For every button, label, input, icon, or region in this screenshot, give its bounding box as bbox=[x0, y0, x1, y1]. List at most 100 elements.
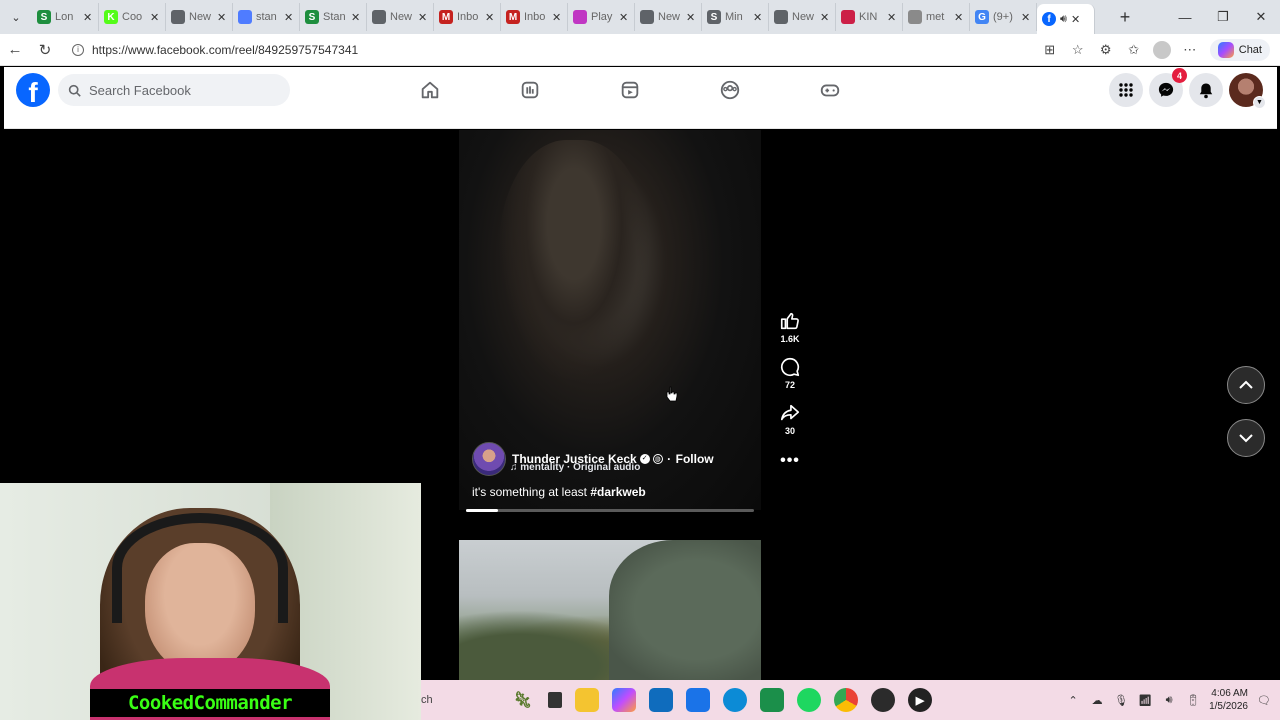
clock-time: 4:06 AM bbox=[1211, 688, 1248, 699]
notifications-button[interactable] bbox=[1189, 73, 1223, 107]
share-action[interactable]: 30 bbox=[779, 402, 801, 436]
video-progress-bar[interactable] bbox=[466, 509, 754, 512]
obs-icon[interactable] bbox=[871, 688, 895, 712]
tab-close-icon[interactable]: ✕ bbox=[753, 11, 763, 24]
profile-icon[interactable] bbox=[1150, 36, 1174, 64]
tab-search-chevron-icon[interactable]: ⌄ bbox=[0, 0, 32, 34]
author-avatar[interactable] bbox=[472, 442, 506, 476]
copilot-app-icon[interactable] bbox=[612, 688, 636, 712]
tab-close-icon[interactable]: ✕ bbox=[820, 11, 830, 24]
tab[interactable]: S Stan ✕ bbox=[300, 3, 367, 31]
notification-center-icon[interactable]: 🗨︎ bbox=[1256, 692, 1272, 708]
tab-label: KIN bbox=[859, 11, 878, 23]
task-view-icon[interactable] bbox=[548, 692, 562, 708]
gaming-icon[interactable] bbox=[810, 75, 850, 105]
tab[interactable]: K Coo ✕ bbox=[99, 3, 166, 31]
edge-icon[interactable] bbox=[723, 688, 747, 712]
reload-button[interactable]: ↻ bbox=[30, 35, 60, 65]
close-window-button[interactable]: ✕ bbox=[1242, 0, 1280, 34]
outlook-calendar-icon[interactable] bbox=[649, 688, 673, 712]
facebook-logo-icon[interactable]: f bbox=[16, 73, 50, 107]
taskbar-clock[interactable]: 4:06 AM 1/5/2026 bbox=[1209, 687, 1248, 713]
tab-label: Play bbox=[591, 11, 613, 23]
tab[interactable]: Play ✕ bbox=[568, 3, 635, 31]
chrome-icon[interactable] bbox=[834, 688, 858, 712]
new-tab-button[interactable]: + bbox=[1111, 3, 1139, 31]
tab[interactable]: met ✕ bbox=[903, 3, 970, 31]
app-green-icon[interactable] bbox=[760, 688, 784, 712]
more-options-icon[interactable]: ••• bbox=[780, 452, 800, 470]
taskbar-search[interactable]: ch bbox=[421, 694, 481, 706]
favorite-star-icon[interactable]: ☆ bbox=[1066, 36, 1090, 64]
tab-close-icon[interactable]: ✕ bbox=[485, 11, 495, 24]
spotify-icon[interactable] bbox=[797, 688, 821, 712]
tab[interactable]: stan ✕ bbox=[233, 3, 300, 31]
restore-button[interactable]: ❐ bbox=[1204, 0, 1242, 34]
tab-close-icon[interactable]: ✕ bbox=[1071, 13, 1081, 26]
tab[interactable]: New ✕ bbox=[367, 3, 434, 31]
tab[interactable]: M Inbo ✕ bbox=[501, 3, 568, 31]
file-explorer-icon[interactable] bbox=[575, 688, 599, 712]
comment-count: 72 bbox=[784, 380, 795, 390]
volume-icon[interactable]: 🔊︎ bbox=[1161, 692, 1177, 708]
back-button[interactable]: ← bbox=[0, 35, 30, 65]
tab[interactable]: M Inbo ✕ bbox=[434, 3, 501, 31]
media-player-icon[interactable]: ▶ bbox=[908, 688, 932, 712]
follow-button[interactable]: Follow bbox=[676, 452, 714, 466]
groups-icon[interactable] bbox=[710, 75, 750, 105]
tab-close-icon[interactable]: ✕ bbox=[150, 11, 160, 24]
outlook-icon[interactable] bbox=[686, 688, 710, 712]
tab[interactable]: New ✕ bbox=[769, 3, 836, 31]
tab-close-icon[interactable]: ✕ bbox=[619, 11, 629, 24]
tab-facebook-active[interactable]: f 🔊︎ ✕ bbox=[1037, 4, 1095, 34]
grid-icon bbox=[1119, 83, 1133, 97]
messenger-button[interactable]: 4 bbox=[1149, 68, 1187, 107]
microphone-icon[interactable]: 🎙︎ bbox=[1113, 692, 1129, 708]
tab-close-icon[interactable]: ✕ bbox=[284, 11, 294, 24]
copilot-chat-button[interactable]: Chat bbox=[1209, 39, 1270, 61]
menu-grid-button[interactable] bbox=[1109, 73, 1143, 107]
tab-close-icon[interactable]: ✕ bbox=[552, 11, 562, 24]
tab-close-icon[interactable]: ✕ bbox=[418, 11, 428, 24]
tab-close-icon[interactable]: ✕ bbox=[1021, 11, 1031, 24]
home-icon[interactable] bbox=[410, 75, 450, 105]
facebook-search-input[interactable]: Search Facebook bbox=[58, 74, 290, 106]
tab-close-icon[interactable]: ✕ bbox=[351, 11, 361, 24]
more-menu-icon[interactable]: ⋯ bbox=[1178, 36, 1202, 64]
tab[interactable]: New ✕ bbox=[635, 3, 702, 31]
site-info-icon[interactable]: i bbox=[72, 43, 84, 56]
minimize-button[interactable]: — bbox=[1166, 0, 1204, 34]
animal-widget-icon[interactable]: 🦎︎ bbox=[511, 688, 535, 712]
like-action[interactable]: 1.6K bbox=[779, 310, 801, 344]
url-field[interactable]: i https://www.facebook.com/reel/84925975… bbox=[64, 38, 1054, 62]
tab[interactable]: S Lon ✕ bbox=[32, 3, 99, 31]
browser-tab-strip: ⌄ S Lon ✕ K Coo ✕ New ✕ stan ✕ S Stan ✕ New ✕ M Inbo ✕ M In… bbox=[0, 0, 1280, 34]
facebook-main-nav bbox=[410, 75, 850, 105]
battery-icon[interactable]: 🔋︎ bbox=[1185, 692, 1201, 708]
show-hidden-icons-chevron-icon[interactable]: ⌃ bbox=[1065, 692, 1081, 708]
video-icon[interactable] bbox=[610, 75, 650, 105]
tab[interactable]: G (9+) ✕ bbox=[970, 3, 1037, 31]
tab[interactable]: KIN ✕ bbox=[836, 3, 903, 31]
account-avatar[interactable]: ▼ bbox=[1229, 73, 1266, 109]
hashtag-link[interactable]: #darkweb bbox=[590, 485, 645, 499]
tab[interactable]: S Min ✕ bbox=[702, 3, 769, 31]
comment-action[interactable]: 72 bbox=[779, 356, 801, 390]
audio-link[interactable]: ♫ mentality · Original audio bbox=[510, 462, 640, 473]
app-available-icon[interactable]: ⊞ bbox=[1038, 36, 1062, 64]
tab-close-icon[interactable]: ✕ bbox=[83, 11, 93, 24]
tab-close-icon[interactable]: ✕ bbox=[686, 11, 696, 24]
previous-reel-button[interactable] bbox=[1227, 366, 1265, 404]
tab-audio-icon[interactable]: 🔊︎ bbox=[1060, 13, 1067, 26]
favorites-icon[interactable]: ✩ bbox=[1122, 36, 1146, 64]
tab-close-icon[interactable]: ✕ bbox=[954, 11, 964, 24]
next-reel-button[interactable] bbox=[1227, 419, 1265, 457]
browser-essentials-icon[interactable]: ⚙ bbox=[1094, 36, 1118, 64]
tab-close-icon[interactable]: ✕ bbox=[887, 11, 897, 24]
wifi-icon[interactable]: 📶︎ bbox=[1137, 692, 1153, 708]
onedrive-icon[interactable]: ☁ bbox=[1089, 692, 1105, 708]
tab[interactable]: New ✕ bbox=[166, 3, 233, 31]
next-reel-preview[interactable] bbox=[459, 540, 761, 680]
tab-close-icon[interactable]: ✕ bbox=[217, 11, 227, 24]
pages-icon[interactable] bbox=[510, 75, 550, 105]
